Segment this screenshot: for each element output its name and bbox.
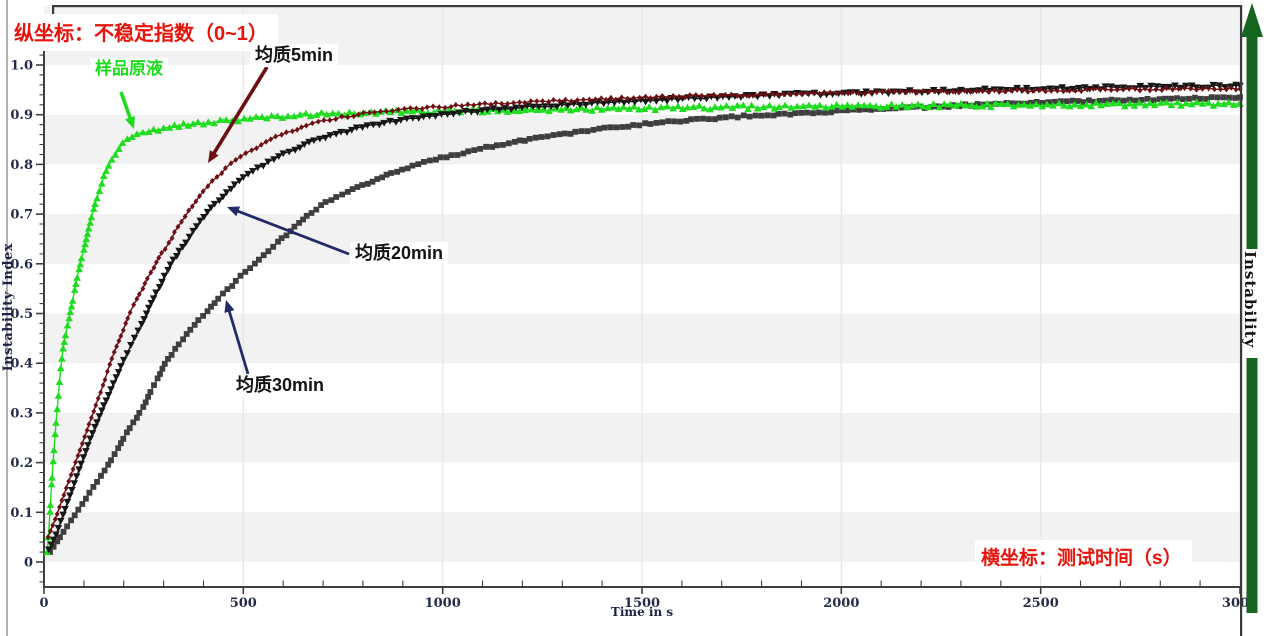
curve-label-raw-sample: 样品原液 bbox=[90, 58, 168, 80]
y-tick-label: 0.1 bbox=[10, 506, 33, 521]
y-tick-label: 0.9 bbox=[10, 108, 33, 123]
y-axis-title: Instability Index bbox=[1, 243, 16, 371]
window-border-top-left-stub bbox=[52, 5, 54, 14]
y-tick-label: 0.7 bbox=[10, 208, 33, 223]
x-axis-note: 横坐标：测试时间（s） bbox=[975, 540, 1192, 575]
right-instability-arrow-label: Instability bbox=[1241, 251, 1259, 357]
curve-label-homogenized-30min: 均质30min bbox=[231, 374, 329, 397]
instability-arrow-head bbox=[1241, 3, 1263, 37]
y-tick-label: 0 bbox=[24, 556, 33, 571]
y-tick-label: 0.8 bbox=[10, 158, 33, 173]
window-border-top bbox=[52, 5, 1242, 7]
y-axis-note: 纵坐标：不稳定指数（0~1） bbox=[8, 14, 278, 51]
y-tick-label: 1.0 bbox=[10, 59, 33, 74]
slide: 00.10.20.30.40.50.60.70.80.91.0050010001… bbox=[0, 0, 1267, 636]
y-tick-label: 0.2 bbox=[10, 456, 33, 471]
curve-label-homogenized-5min: 均质5min bbox=[250, 44, 338, 67]
x-axis-title: Time in s bbox=[44, 605, 1240, 619]
instability-arrow-shaft-lower bbox=[1247, 358, 1258, 613]
instability-arrow-shaft-upper bbox=[1247, 36, 1258, 249]
curve-label-homogenized-20min: 均质20min bbox=[350, 242, 448, 265]
y-tick-label: 0.3 bbox=[10, 406, 33, 421]
